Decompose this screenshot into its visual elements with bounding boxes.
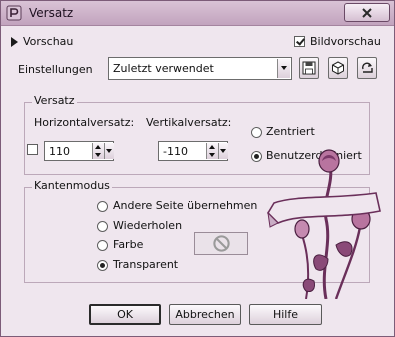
centered-label: Zentriert: [266, 125, 315, 138]
horizontal-offset-label: Horizontalversatz:: [34, 116, 135, 129]
horizontal-offset-stepper[interactable]: [92, 143, 104, 159]
ok-button[interactable]: OK: [89, 304, 161, 325]
preset-manager-button[interactable]: [328, 57, 348, 79]
preview-toggle[interactable]: Vorschau: [23, 35, 73, 48]
chevron-down-icon[interactable]: [277, 59, 290, 78]
custom-radio[interactable]: [251, 151, 262, 162]
vertical-offset-dropdown-icon[interactable]: [218, 143, 228, 159]
settings-select[interactable]: Zuletzt verwendet: [108, 57, 292, 80]
title-bar: Versatz: [1, 1, 394, 26]
edge-transparent-radio[interactable]: [97, 260, 108, 271]
reset-icon: [362, 62, 373, 73]
edge-color-radio[interactable]: [97, 240, 108, 251]
app-icon: [6, 5, 22, 21]
vertical-offset-input[interactable]: -110: [158, 141, 228, 161]
settings-selected-value: Zuletzt verwendet: [113, 62, 214, 75]
close-button[interactable]: [344, 3, 390, 22]
cancel-button[interactable]: Abbrechen: [169, 304, 241, 325]
rose-banner-decoration: [266, 149, 381, 299]
help-button[interactable]: Hilfe: [249, 304, 322, 325]
no-color-icon: [213, 235, 230, 252]
cube-icon: [332, 61, 344, 75]
horizontal-offset-input[interactable]: 110: [44, 141, 114, 161]
edge-mode-group-title: Kantenmodus: [32, 179, 112, 192]
reset-button[interactable]: [357, 57, 377, 79]
save-preset-button[interactable]: [299, 57, 319, 79]
centered-radio[interactable]: [251, 127, 262, 138]
vertical-offset-stepper[interactable]: [206, 143, 218, 159]
save-icon: [302, 61, 316, 75]
settings-label: Einstellungen: [18, 63, 93, 76]
edge-wrap-label: Andere Seite übernehmen: [113, 199, 258, 212]
edge-color-swatch[interactable]: [194, 232, 248, 255]
link-offsets-checkbox[interactable]: [27, 144, 38, 155]
edge-repeat-radio[interactable]: [97, 221, 108, 232]
preview-expand-icon[interactable]: [11, 37, 18, 47]
image-preview-label: Bildvorschau: [310, 35, 381, 48]
edge-repeat-label: Wiederholen: [113, 219, 183, 232]
offset-group-title: Versatz: [32, 94, 77, 107]
close-icon: [362, 8, 372, 18]
edge-transparent-label: Transparent: [113, 258, 179, 271]
horizontal-offset-dropdown-icon[interactable]: [104, 143, 114, 159]
versatz-dialog: Versatz Vorschau Bildvorschau Einstellun…: [0, 0, 395, 337]
image-preview-checkbox[interactable]: [294, 36, 305, 47]
vertical-offset-label: Vertikalversatz:: [146, 116, 232, 129]
edge-wrap-radio[interactable]: [97, 201, 108, 212]
horizontal-offset-value: 110: [49, 145, 70, 158]
window-title: Versatz: [29, 6, 74, 20]
edge-color-label: Farbe: [113, 238, 144, 251]
vertical-offset-value: -110: [163, 145, 188, 158]
